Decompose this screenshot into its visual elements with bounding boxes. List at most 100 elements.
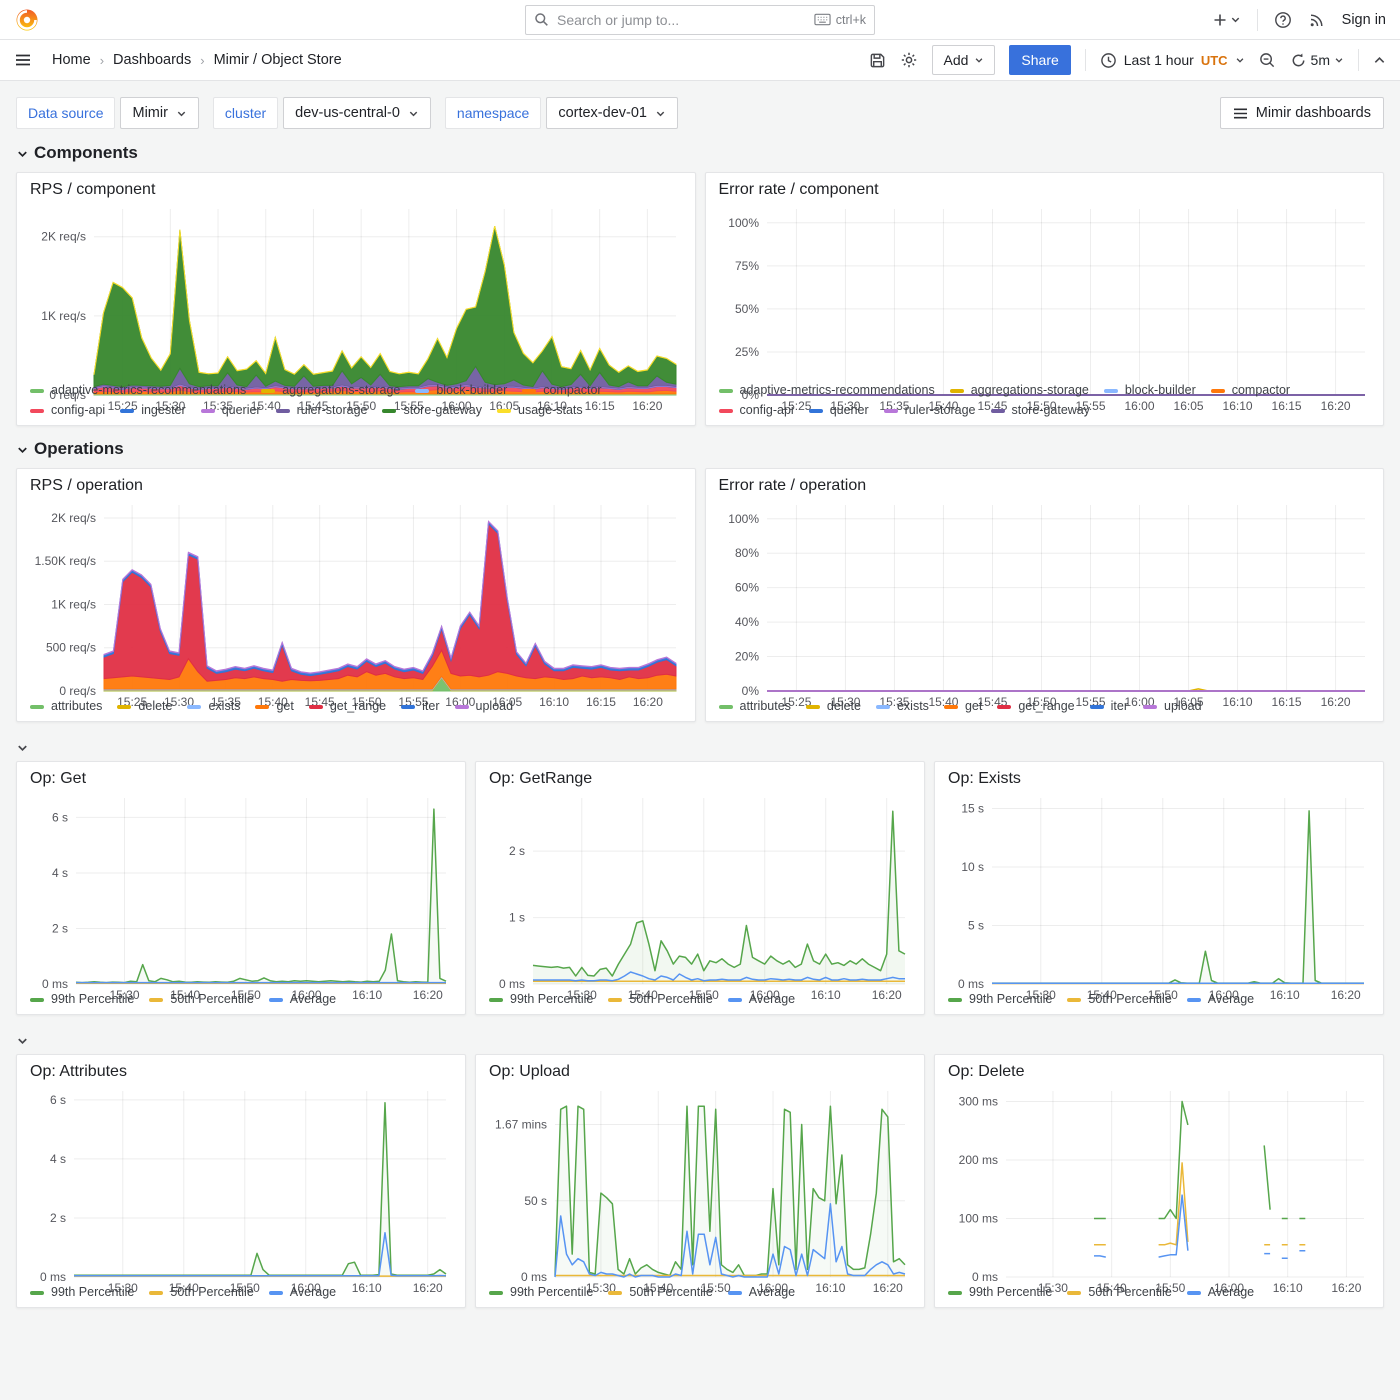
legend-item[interactable]: 50th Percentile xyxy=(149,991,253,1008)
legend-item[interactable]: adaptive-metrics-recommendations xyxy=(719,382,935,399)
new-menu-button[interactable] xyxy=(1212,12,1241,28)
legend-item[interactable]: attributes xyxy=(30,698,102,715)
chart-legend: 99th Percentile 50th Percentile Average xyxy=(30,1281,452,1301)
section-components[interactable]: Components xyxy=(16,143,1384,163)
variable-datasource-select[interactable]: Mimir xyxy=(120,97,198,129)
rps-operation-chart[interactable]: 15:2515:3015:3515:4015:4515:5015:5516:00… xyxy=(30,497,682,695)
sign-in-link[interactable]: Sign in xyxy=(1342,12,1386,28)
legend-item[interactable]: Average xyxy=(269,991,336,1008)
legend-item[interactable]: Average xyxy=(1187,991,1254,1008)
svg-text:50 s: 50 s xyxy=(524,1194,547,1208)
add-button[interactable]: Add xyxy=(932,45,995,75)
legend-item[interactable]: exists xyxy=(187,698,240,715)
row-toggle[interactable] xyxy=(16,1028,1384,1052)
legend-item[interactable]: Average xyxy=(728,1284,795,1301)
legend-item[interactable]: ingester xyxy=(120,402,185,419)
legend-item[interactable]: 50th Percentile xyxy=(608,1284,712,1301)
legend-item[interactable]: 99th Percentile xyxy=(489,1284,593,1301)
legend-item[interactable]: config-api xyxy=(30,402,105,419)
grafana-logo-icon[interactable] xyxy=(14,7,40,33)
legend-item[interactable]: exists xyxy=(876,698,929,715)
legend-item[interactable]: iter xyxy=(1090,698,1128,715)
search-placeholder: Search or jump to... xyxy=(557,12,806,28)
legend-item[interactable]: 99th Percentile xyxy=(948,1284,1052,1301)
legend-item[interactable]: get_range xyxy=(309,698,386,715)
news-icon[interactable] xyxy=(1308,11,1326,29)
legend-item[interactable]: ruler-storage xyxy=(276,402,368,419)
op-delete-chart[interactable]: 15:3015:4015:5016:0016:1016:200 ms100 ms… xyxy=(948,1083,1370,1281)
op-exists-chart[interactable]: 15:3015:4015:5016:0016:1016:200 ms5 s10 … xyxy=(948,790,1370,988)
legend-item[interactable]: config-api xyxy=(719,402,794,419)
legend-item[interactable]: 50th Percentile xyxy=(1067,1284,1171,1301)
legend-item[interactable]: get_range xyxy=(997,698,1074,715)
panel-error-rate-operation: Error rate / operation 15:2515:3015:3515… xyxy=(705,468,1385,722)
legend-item[interactable]: block-builder xyxy=(1104,382,1196,399)
variable-cluster-select[interactable]: dev-us-central-0 xyxy=(283,97,431,129)
legend-swatch xyxy=(269,998,283,1002)
legend-item[interactable]: iter xyxy=(401,698,439,715)
legend-item[interactable]: 99th Percentile xyxy=(30,991,134,1008)
legend-swatch xyxy=(1187,998,1201,1002)
legend-item[interactable]: compactor xyxy=(522,382,601,399)
chevron-down-icon xyxy=(16,741,29,754)
legend-item[interactable]: 50th Percentile xyxy=(149,1284,253,1301)
legend-swatch xyxy=(719,705,733,709)
rps-component-chart[interactable]: 15:2515:3015:3515:4015:4515:5015:5516:00… xyxy=(30,201,682,379)
breadcrumb-home[interactable]: Home xyxy=(52,52,91,68)
settings-icon[interactable] xyxy=(900,51,918,69)
legend-item[interactable]: 99th Percentile xyxy=(489,991,593,1008)
search-icon xyxy=(534,12,549,27)
time-range-picker[interactable]: Last 1 hour UTC xyxy=(1100,52,1245,69)
error-rate-component-chart[interactable]: 15:2515:3015:3515:4015:4515:5015:5516:00… xyxy=(719,201,1371,379)
op-getrange-chart[interactable]: 15:3015:4015:5016:0016:1016:200 ms1 s2 s xyxy=(489,790,911,988)
legend-swatch xyxy=(149,998,163,1002)
help-icon[interactable] xyxy=(1274,11,1292,29)
legend-item[interactable]: store-gateway xyxy=(991,402,1091,419)
legend-swatch xyxy=(1211,389,1225,393)
legend-item[interactable]: upload xyxy=(455,698,514,715)
legend-item[interactable]: aggregations-storage xyxy=(950,382,1089,399)
legend-item[interactable]: adaptive-metrics-recommendations xyxy=(30,382,246,399)
legend-item[interactable]: Average xyxy=(728,991,795,1008)
legend-item[interactable]: aggregations-storage xyxy=(261,382,400,399)
legend-item[interactable]: ruler-storage xyxy=(884,402,976,419)
legend-item[interactable]: 99th Percentile xyxy=(948,991,1052,1008)
chart-legend: adaptive-metrics-recommendations aggregat… xyxy=(719,379,1371,419)
op-get-chart[interactable]: 15:3015:4015:5016:0016:1016:200 ms2 s4 s… xyxy=(30,790,452,988)
chevron-down-icon xyxy=(16,1034,29,1047)
save-dashboard-icon[interactable] xyxy=(869,52,886,69)
legend-item[interactable]: compactor xyxy=(1211,382,1290,399)
legend-item[interactable]: get xyxy=(944,698,982,715)
menu-icon[interactable] xyxy=(14,51,32,69)
svg-text:1K req/s: 1K req/s xyxy=(51,597,96,611)
section-operations[interactable]: Operations xyxy=(16,439,1384,459)
legend-item[interactable]: Average xyxy=(1187,1284,1254,1301)
legend-item[interactable]: attributes xyxy=(719,698,791,715)
op-upload-chart[interactable]: 15:3015:4015:5016:0016:1016:200 ms50 s1.… xyxy=(489,1083,911,1281)
legend-item[interactable]: usage-stats xyxy=(497,402,583,419)
breadcrumb-dashboards[interactable]: Dashboards xyxy=(113,52,191,68)
variable-namespace-select[interactable]: cortex-dev-01 xyxy=(546,97,678,129)
refresh-picker[interactable]: 5m xyxy=(1290,52,1344,69)
mimir-dashboards-button[interactable]: Mimir dashboards xyxy=(1220,97,1384,129)
legend-swatch xyxy=(719,389,733,393)
op-attributes-chart[interactable]: 15:3015:4015:5016:0016:1016:200 ms2 s4 s… xyxy=(30,1083,452,1281)
legend-item[interactable]: store-gateway xyxy=(382,402,482,419)
legend-item[interactable]: querier xyxy=(201,402,261,419)
error-rate-operation-chart[interactable]: 15:2515:3015:3515:4015:4515:5015:5516:00… xyxy=(719,497,1371,695)
legend-item[interactable]: 99th Percentile xyxy=(30,1284,134,1301)
legend-item[interactable]: querier xyxy=(809,402,869,419)
legend-item[interactable]: 50th Percentile xyxy=(608,991,712,1008)
legend-item[interactable]: get xyxy=(255,698,293,715)
legend-item[interactable]: 50th Percentile xyxy=(1067,991,1171,1008)
legend-item[interactable]: block-builder xyxy=(415,382,507,399)
row-toggle[interactable] xyxy=(16,735,1384,759)
zoom-out-icon[interactable] xyxy=(1259,52,1276,69)
collapse-toolbar-icon[interactable] xyxy=(1373,54,1386,67)
legend-item[interactable]: delete xyxy=(806,698,861,715)
share-button[interactable]: Share xyxy=(1009,45,1070,75)
search-input[interactable]: Search or jump to... ctrl+k xyxy=(525,5,875,35)
legend-item[interactable]: delete xyxy=(117,698,172,715)
legend-item[interactable]: Average xyxy=(269,1284,336,1301)
legend-item[interactable]: upload xyxy=(1143,698,1202,715)
